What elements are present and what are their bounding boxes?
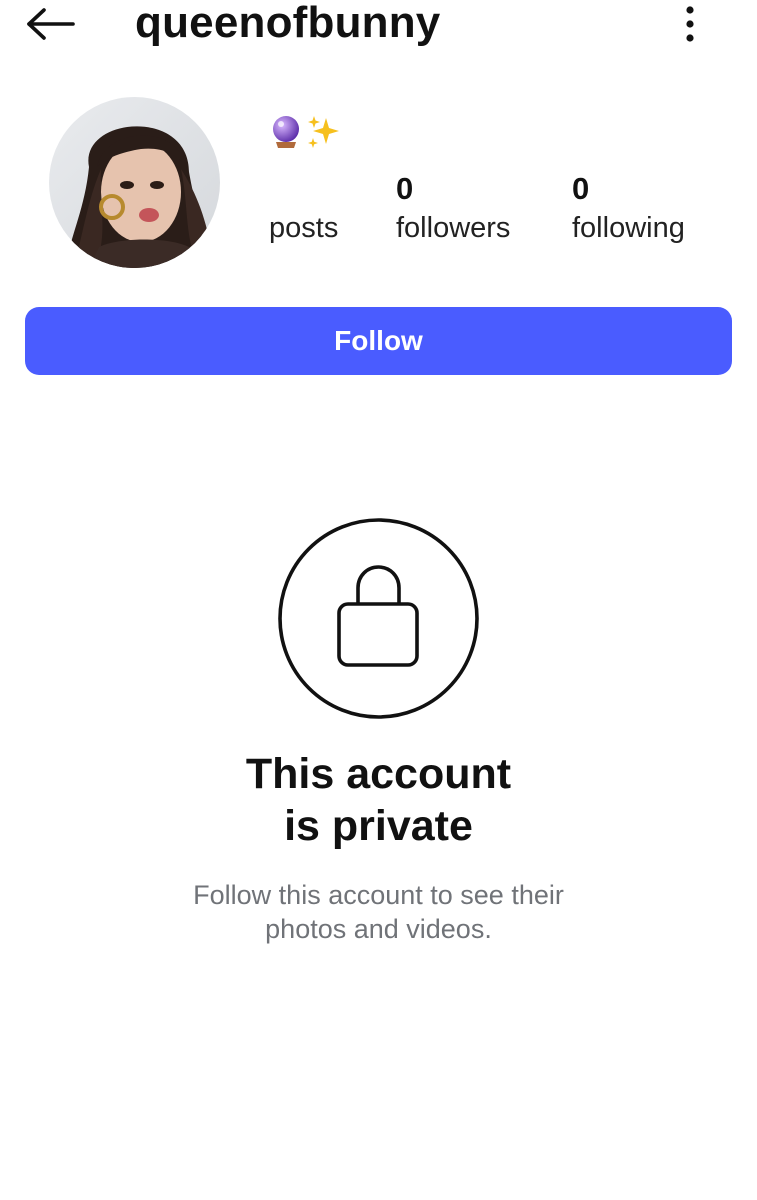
more-options-button[interactable] [672, 2, 708, 46]
crystal-ball-icon [273, 116, 299, 148]
lock-icon [278, 518, 479, 719]
back-button[interactable] [22, 2, 78, 46]
following-stat[interactable]: 0 following [572, 168, 685, 246]
arrow-left-icon [27, 8, 75, 40]
private-title-line-1: This account [245, 750, 512, 798]
private-subtitle-line-1: Follow this account to see their [193, 880, 564, 910]
private-account-subtitle: Follow this account to see their photos … [0, 878, 757, 946]
sparkles-icon [308, 116, 339, 148]
top-bar: queenofbunny [0, 0, 757, 60]
more-vertical-icon [686, 6, 694, 42]
follow-button[interactable]: Follow [25, 307, 732, 375]
private-subtitle-line-2: photos and videos. [265, 914, 492, 944]
posts-stat[interactable]: posts [269, 168, 338, 246]
private-lock [278, 518, 479, 719]
following-count: 0 [572, 171, 590, 206]
avatar[interactable] [49, 97, 220, 268]
private-title-line-2: is private [284, 802, 473, 850]
following-label: following [572, 212, 685, 244]
posts-label: posts [269, 212, 339, 244]
followers-label: followers [396, 212, 511, 244]
posts-count [269, 168, 338, 210]
profile-photo [49, 97, 220, 268]
followers-stat[interactable]: 0 followers [396, 168, 510, 246]
private-account-title: This account is private [0, 748, 757, 852]
bio-emoji [270, 114, 342, 150]
profile-username: queenofbunny [135, 0, 441, 47]
followers-count: 0 [396, 171, 414, 206]
